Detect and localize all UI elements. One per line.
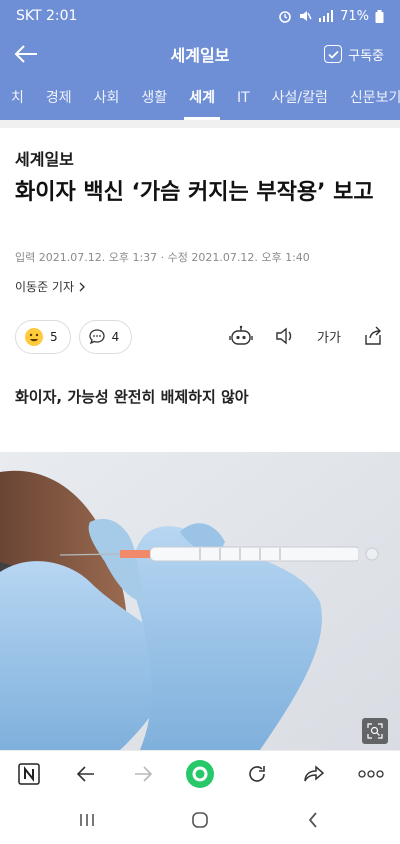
green-dot-icon (185, 759, 214, 788)
arrow-left-icon (76, 765, 94, 782)
more-button[interactable] (351, 754, 391, 794)
naver-home-button[interactable] (9, 754, 49, 794)
battery-icon (375, 9, 384, 23)
subscribe-label: 구독중 (348, 48, 384, 64)
app-bar: 세계일보 구독중 (0, 32, 400, 76)
status-bar: SKT 2:01 71% (0, 0, 400, 32)
summary-bot-button[interactable] (229, 324, 253, 348)
tab-world[interactable]: 세계 (178, 76, 226, 120)
alarm-icon (278, 9, 292, 23)
divider (0, 120, 400, 128)
system-back-button[interactable] (293, 800, 333, 840)
reload-icon (249, 765, 265, 782)
arrow-left-icon (14, 45, 37, 63)
speaker-icon (276, 327, 292, 345)
browser-forward-button[interactable] (123, 754, 163, 794)
robot-icon (229, 325, 253, 345)
recents-icon (79, 814, 94, 826)
smile-emoji-icon (25, 328, 43, 346)
arrow-right-icon (134, 765, 152, 782)
comment-count: 4 (111, 330, 120, 344)
system-nav-bar (0, 796, 400, 844)
back-button[interactable] (0, 32, 52, 76)
tab-newspaper[interactable]: 신문보기 (339, 76, 400, 120)
share-arrow-icon (304, 764, 325, 781)
article-headline: 화이자 백신 ‘가슴 커지는 부작용’ 보고 (15, 180, 374, 205)
font-size-button[interactable]: 가가 (317, 324, 341, 348)
chevron-right-icon (79, 282, 85, 291)
chevron-left-icon (309, 812, 317, 828)
article-photo[interactable] (0, 452, 400, 750)
share-button[interactable] (361, 324, 385, 348)
article-tools: 가가 (229, 324, 385, 348)
reporter-link[interactable]: 이동준 기자 (15, 278, 86, 295)
magnify-icon (367, 723, 383, 739)
mute-icon (298, 9, 312, 23)
more-dots-icon (358, 769, 385, 778)
subscribe-button[interactable]: 구독중 (324, 45, 384, 64)
tab-society[interactable]: 사회 (83, 76, 131, 120)
font-size-label: 가가 (317, 330, 341, 346)
home-button[interactable] (180, 800, 220, 840)
category-tabs: 치 경제 사회 생활 세계 IT 사설/칼럼 신문보기 (0, 76, 400, 120)
reactions: 5 4 (15, 320, 133, 354)
article-dates: 입력 2021.07.12. 오후 1:37 · 수정 2021.07.12. … (15, 251, 310, 264)
tab-economy[interactable]: 경제 (35, 76, 83, 120)
home-icon (192, 812, 208, 828)
status-icons: 71% (278, 9, 384, 24)
zoom-button[interactable] (362, 718, 388, 744)
emoji-count: 5 (50, 330, 58, 344)
comment-button[interactable]: 4 (78, 320, 133, 354)
status-time: SKT 2:01 (16, 8, 78, 24)
tab-editorial[interactable]: 사설/칼럼 (261, 76, 339, 120)
tab-life[interactable]: 생활 (130, 76, 178, 120)
comment-icon (88, 329, 105, 345)
tab-it[interactable]: IT (226, 76, 261, 120)
signal-icon (318, 10, 334, 22)
vaccine-injection-image (0, 452, 400, 750)
listen-button[interactable] (273, 324, 297, 348)
battery-percent: 71% (340, 8, 369, 24)
browser-share-button[interactable] (294, 754, 334, 794)
reporter-name: 이동준 기자 (15, 280, 75, 294)
browser-toolbar (0, 750, 400, 796)
green-dot-button[interactable] (180, 754, 220, 794)
naver-n-icon (17, 762, 40, 785)
reload-button[interactable] (237, 754, 277, 794)
share-icon (365, 326, 381, 345)
browser-back-button[interactable] (66, 754, 106, 794)
check-icon (324, 45, 343, 63)
article-subheadline: 화이자, 가능성 완전히 배제하지 않아 (15, 388, 249, 406)
emoji-reaction-button[interactable]: 5 (15, 320, 71, 354)
publisher-name[interactable]: 세계일보 (15, 146, 74, 170)
tab-partial[interactable]: 치 (0, 76, 35, 120)
recent-apps-button[interactable] (67, 800, 107, 840)
